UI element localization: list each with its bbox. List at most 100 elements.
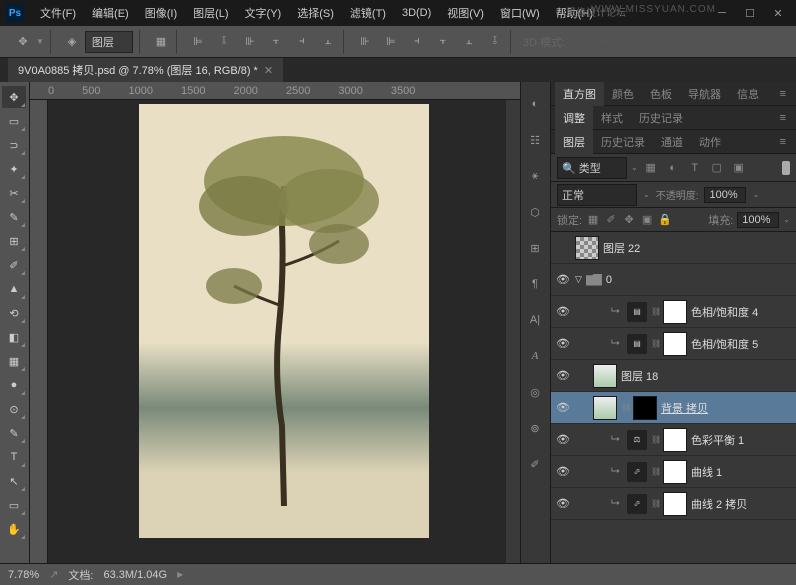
path-select-tool[interactable]: ↖ <box>2 470 26 492</box>
dock-icon-8[interactable]: A <box>523 344 547 368</box>
3d-pan-icon[interactable]: ✥ <box>595 33 613 51</box>
lasso-tool[interactable]: ⊃ <box>2 134 26 156</box>
distribute-3-icon[interactable]: ⫞ <box>408 33 426 51</box>
filter-shape-icon[interactable]: ▢ <box>708 159 726 177</box>
layer-row[interactable]: 图层 22 <box>551 232 796 264</box>
mask-thumbnail[interactable] <box>663 428 687 452</box>
maximize-button[interactable]: ☐ <box>738 4 762 22</box>
panel-menu-icon[interactable]: ≡ <box>774 112 792 124</box>
lock-all-icon[interactable]: 🔒 <box>658 213 672 227</box>
close-button[interactable]: ✕ <box>766 4 790 22</box>
visibility-toggle[interactable]: 👁 <box>555 432 571 448</box>
link-chain-icon[interactable]: ⛓ <box>651 339 659 348</box>
target-select[interactable]: 图层 <box>85 31 133 53</box>
visibility-toggle[interactable]: 👁 <box>555 464 571 480</box>
menu-file[interactable]: 文件(F) <box>32 1 84 25</box>
tab-channels[interactable]: 通道 <box>653 130 691 154</box>
ruler-vertical[interactable] <box>30 100 48 563</box>
tab-history2[interactable]: 历史记录 <box>593 130 653 154</box>
chevron-down-icon[interactable]: ⌄ <box>783 215 790 224</box>
panel-menu-icon[interactable]: ≡ <box>774 136 792 148</box>
hand-tool[interactable]: ✋ <box>2 518 26 540</box>
layer-thumbnail[interactable] <box>575 236 599 260</box>
filter-toggle[interactable] <box>782 161 790 175</box>
tab-adjustments[interactable]: 调整 <box>555 106 593 130</box>
crop-tool[interactable]: ✂ <box>2 182 26 204</box>
tab-layers[interactable]: 图层 <box>555 130 593 154</box>
dock-icon-10[interactable]: ⊚ <box>523 416 547 440</box>
arrow-icon[interactable]: ↗ <box>49 568 58 581</box>
dock-icon-1[interactable]: ◐ <box>523 92 547 116</box>
distribute-6-icon[interactable]: ⫱ <box>486 33 504 51</box>
dock-icon-7[interactable]: A| <box>523 308 547 332</box>
opacity-input[interactable]: 100% <box>704 187 746 203</box>
history-brush-tool[interactable]: ⟲ <box>2 302 26 324</box>
menu-3d[interactable]: 3D(D) <box>394 3 439 23</box>
dock-icon-4[interactable]: ⬡ <box>523 200 547 224</box>
dodge-tool[interactable]: ⊙ <box>2 398 26 420</box>
align-top-icon[interactable]: ⫟ <box>267 33 285 51</box>
menu-type[interactable]: 文字(Y) <box>237 1 290 25</box>
lock-position-icon[interactable]: ✥ <box>622 213 636 227</box>
auto-select-icon[interactable]: ◈ <box>63 33 81 51</box>
heal-tool[interactable]: ⊞ <box>2 230 26 252</box>
eraser-tool[interactable]: ◧ <box>2 326 26 348</box>
menu-layer[interactable]: 图层(L) <box>185 1 236 25</box>
mask-thumbnail[interactable] <box>663 492 687 516</box>
link-chain-icon[interactable]: ⛓ <box>651 307 659 316</box>
transform-controls-icon[interactable]: ▦ <box>152 33 170 51</box>
filter-pixel-icon[interactable]: ▦ <box>642 159 660 177</box>
align-right-icon[interactable]: ⊪ <box>241 33 259 51</box>
type-tool[interactable]: T <box>2 446 26 468</box>
move-tool[interactable]: ✥ <box>2 86 26 108</box>
pen-tool[interactable]: ✎ <box>2 422 26 444</box>
layer-row[interactable]: 👁⛓背景 拷贝 <box>551 392 796 424</box>
filter-type-icon[interactable]: T <box>686 159 704 177</box>
layer-name[interactable]: 曲线 2 拷贝 <box>691 496 792 512</box>
layer-row[interactable]: 👁⮡▤⛓色相/饱和度 5 <box>551 328 796 360</box>
canvas-image[interactable] <box>139 104 429 538</box>
scrollbar-vertical[interactable] <box>506 100 520 563</box>
gradient-tool[interactable]: ▦ <box>2 350 26 372</box>
marquee-tool[interactable]: ▭ <box>2 110 26 132</box>
panel-menu-icon[interactable]: ≡ <box>774 88 792 100</box>
layer-row[interactable]: 👁图层 18 <box>551 360 796 392</box>
mask-thumbnail[interactable] <box>663 460 687 484</box>
tab-actions[interactable]: 动作 <box>691 130 729 154</box>
filter-smart-icon[interactable]: ▣ <box>730 159 748 177</box>
filter-adjust-icon[interactable]: ◐ <box>664 159 682 177</box>
layer-name[interactable]: 图层 18 <box>621 368 792 384</box>
align-bottom-icon[interactable]: ⫠ <box>319 33 337 51</box>
distribute-4-icon[interactable]: ⫟ <box>434 33 452 51</box>
distribute-2-icon[interactable]: ⊫ <box>382 33 400 51</box>
layer-name[interactable]: 色彩平衡 1 <box>691 432 792 448</box>
chevron-right-icon[interactable]: ▶ <box>177 570 183 579</box>
tab-color[interactable]: 颜色 <box>604 82 642 106</box>
filter-type-select[interactable]: 🔍 类型 <box>557 157 627 179</box>
layer-name[interactable]: 色相/饱和度 5 <box>691 336 792 352</box>
magic-wand-tool[interactable]: ✦ <box>2 158 26 180</box>
tab-navigator[interactable]: 导航器 <box>680 82 729 106</box>
layer-row[interactable]: 👁▽0 <box>551 264 796 296</box>
visibility-toggle[interactable]: 👁 <box>555 496 571 512</box>
layer-row[interactable]: 👁⮡⬀⛓曲线 1 <box>551 456 796 488</box>
layers-list[interactable]: 图层 22👁▽0👁⮡▤⛓色相/饱和度 4👁⮡▤⛓色相/饱和度 5👁图层 18👁⛓… <box>551 232 796 563</box>
zoom-value[interactable]: 7.78% <box>8 569 39 581</box>
layer-row[interactable]: 👁⮡▤⛓色相/饱和度 4 <box>551 296 796 328</box>
fill-input[interactable]: 100% <box>737 212 779 228</box>
layer-row[interactable]: 👁⮡⬀⛓曲线 2 拷贝 <box>551 488 796 520</box>
mask-thumbnail[interactable] <box>633 396 657 420</box>
align-left-icon[interactable]: ⊫ <box>189 33 207 51</box>
link-chain-icon[interactable]: ⛓ <box>651 467 659 476</box>
folder-chevron-icon[interactable]: ▽ <box>575 274 582 285</box>
distribute-5-icon[interactable]: ⫠ <box>460 33 478 51</box>
dock-icon-9[interactable]: ◎ <box>523 380 547 404</box>
visibility-toggle[interactable]: 👁 <box>555 400 571 416</box>
canvas-viewport[interactable] <box>48 100 520 563</box>
menu-edit[interactable]: 编辑(E) <box>84 1 137 25</box>
menu-filter[interactable]: 滤镜(T) <box>342 1 394 25</box>
layer-name[interactable]: 曲线 1 <box>691 464 792 480</box>
menu-window[interactable]: 窗口(W) <box>492 1 548 25</box>
link-chain-icon[interactable]: ⛓ <box>651 435 659 444</box>
dock-icon-11[interactable]: ✐ <box>523 452 547 476</box>
